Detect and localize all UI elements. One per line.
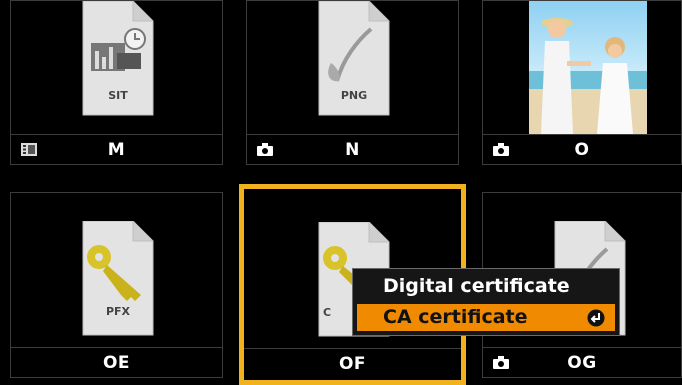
- tile-label: OG: [567, 353, 597, 373]
- doc-type-label: PNG: [340, 89, 368, 102]
- tile-label-bar: OG: [483, 347, 681, 377]
- menu-item-label: Digital certificate: [383, 275, 570, 297]
- file-tile-n[interactable]: PNG N: [246, 0, 459, 165]
- file-tile-oe[interactable]: PFX OE: [10, 192, 223, 378]
- doc-type-label: PFX: [105, 305, 131, 318]
- file-browser-screen: SIT M PNG N O PFX OE C OF OG Digital cer…: [0, 0, 682, 385]
- menu-item-ca-certificate[interactable]: CA certificate: [357, 304, 615, 331]
- tile-label: OF: [338, 354, 367, 374]
- tile-label-bar: N: [247, 134, 458, 164]
- png-document-icon: PNG: [317, 0, 391, 119]
- file-tile-o[interactable]: O: [482, 0, 682, 165]
- menu-item-label: CA certificate: [383, 306, 528, 328]
- tile-label-bar: OE: [11, 347, 222, 377]
- photo-thumbnail: [529, 1, 647, 134]
- tile-label: OE: [102, 353, 131, 373]
- pfx-document-icon: PFX: [81, 220, 155, 339]
- doc-type-label: SIT: [108, 89, 128, 102]
- certificate-type-menu: Digital certificate CA certificate: [352, 268, 620, 336]
- tile-label-bar: OF: [244, 348, 461, 380]
- file-tile-m[interactable]: SIT M: [10, 0, 223, 165]
- sit-document-icon: SIT: [81, 0, 155, 119]
- tile-label: O: [574, 140, 590, 160]
- tile-label-bar: O: [483, 134, 681, 164]
- enter-icon: [587, 309, 605, 327]
- tile-label-bar: M: [11, 134, 222, 164]
- tile-label: N: [345, 140, 360, 160]
- tile-label: M: [107, 140, 126, 160]
- menu-item-digital-certificate[interactable]: Digital certificate: [357, 273, 615, 300]
